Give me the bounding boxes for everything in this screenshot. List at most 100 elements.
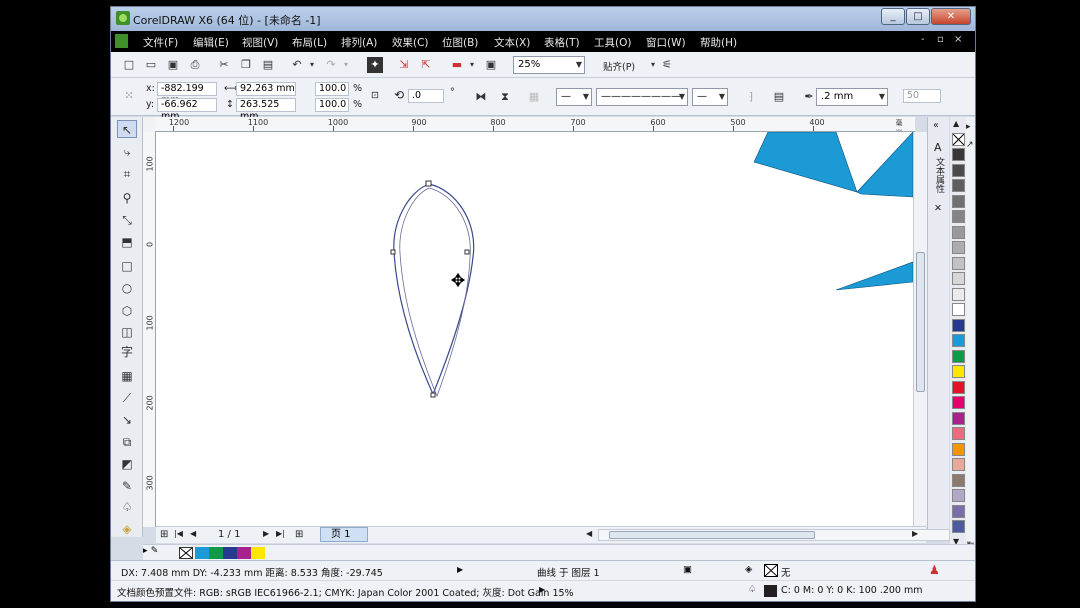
wrap-text-icon[interactable]: ▤ — [771, 89, 787, 105]
color-swatch[interactable] — [952, 442, 965, 456]
menu-file[interactable]: 文件(F) — [143, 35, 178, 50]
outline-width-select[interactable]: .2 mm ▼ — [816, 88, 888, 106]
convert-curves-icon[interactable]: ▦ — [526, 89, 542, 105]
y-position-field[interactable]: -66.962 mm — [157, 98, 217, 122]
blend-tool-icon[interactable]: ⧉ — [117, 433, 137, 451]
undo-dropdown-icon[interactable]: ▾ — [304, 57, 320, 73]
docker-arrow-icon[interactable]: ↗ — [966, 140, 974, 150]
search-content-icon[interactable]: ✦ — [367, 57, 383, 73]
minimize-button[interactable]: _ — [881, 8, 905, 25]
start-arrowhead-select[interactable]: — ▼ — [556, 88, 592, 106]
menu-window[interactable]: 窗口(W) — [646, 35, 686, 50]
polygon-tool-icon[interactable]: ⬡ — [117, 302, 137, 320]
redo-icon[interactable]: ↷ — [323, 57, 339, 73]
profile-arrow-icon[interactable]: ▶ — [539, 585, 545, 594]
no-color-swatch[interactable] — [952, 133, 965, 146]
eyedropper-icon[interactable]: ✎ — [151, 546, 159, 556]
options-icon[interactable]: ⚟ — [659, 57, 675, 73]
line-style-select[interactable]: ———————— ▼ — [596, 88, 688, 106]
menu-bitmaps[interactable]: 位图(B) — [442, 35, 478, 50]
cut-icon[interactable]: ✂ — [216, 57, 232, 73]
docker-close-icon[interactable]: ✕ — [934, 203, 942, 214]
zoom-tool-icon[interactable]: ⚲ — [117, 189, 137, 207]
fill-tool-icon[interactable]: ◈ — [117, 520, 137, 538]
rectangle-tool-icon[interactable]: □ — [117, 257, 137, 275]
rotation-angle-field[interactable]: .0 — [408, 89, 444, 103]
prev-page-icon[interactable]: ◀ — [190, 529, 196, 538]
ruler-corner[interactable] — [143, 117, 155, 132]
palette-arrow-icon[interactable]: ▸ — [143, 546, 148, 556]
docker-tab-text-properties[interactable]: 文本属性 — [934, 157, 944, 193]
welcome-screen-icon[interactable]: ▣ — [483, 57, 499, 73]
basic-shapes-tool-icon[interactable]: ◫ — [117, 323, 137, 341]
color-swatch[interactable] — [952, 241, 965, 254]
vertical-scroll-thumb[interactable] — [916, 252, 925, 392]
text-properties-icon[interactable]: A — [934, 141, 942, 154]
color-swatch[interactable] — [952, 318, 965, 332]
vertical-ruler[interactable]: 100 0 100 200 300 — [143, 132, 156, 527]
user-icon[interactable]: ♟ — [929, 563, 940, 577]
transparency-tool-icon[interactable]: ◩ — [117, 455, 137, 473]
color-proofing-icon[interactable]: ▣ — [683, 564, 692, 575]
doc-color-swatch[interactable] — [209, 547, 223, 559]
export-icon[interactable]: ⇱ — [418, 57, 434, 73]
color-swatch[interactable] — [952, 520, 965, 533]
menu-layout[interactable]: 布局(L) — [292, 35, 327, 50]
shape-tool-icon[interactable]: ⤷ — [117, 143, 137, 161]
color-swatch[interactable] — [952, 272, 965, 285]
node-right[interactable] — [464, 249, 470, 255]
color-swatch[interactable] — [952, 179, 965, 192]
mirror-horizontal-icon[interactable]: ⧓ — [473, 89, 489, 105]
color-swatch[interactable] — [952, 427, 965, 440]
scroll-right-icon[interactable]: ▶ — [912, 529, 918, 538]
color-profile-info[interactable]: 文档颜色预置文件: RGB: sRGB IEC61966-2.1; CMYK: … — [117, 585, 574, 599]
color-swatch[interactable] — [952, 225, 965, 239]
scale-y-field[interactable]: 100.0 — [315, 98, 349, 112]
color-swatch[interactable] — [952, 163, 965, 177]
blue-shape-top-right[interactable] — [856, 132, 913, 198]
launcher-dropdown-icon[interactable]: ▾ — [464, 57, 480, 73]
color-swatch[interactable] — [952, 380, 965, 394]
copy-icon[interactable]: ❐ — [238, 57, 254, 73]
menu-tools[interactable]: 工具(O) — [594, 35, 631, 50]
end-arrowhead-select[interactable]: — ▼ — [692, 88, 728, 106]
eyedropper-tool-icon[interactable]: ✎ — [117, 477, 137, 495]
status-arrow-icon[interactable]: ▶ — [457, 565, 463, 574]
doc-color-swatch[interactable] — [195, 547, 209, 559]
pick-tool-icon[interactable]: ↖ — [117, 120, 137, 138]
text-tool-icon[interactable]: 字 — [117, 343, 137, 361]
color-swatch[interactable] — [952, 365, 965, 378]
save-icon[interactable]: ▣ — [165, 57, 181, 73]
scale-x-field[interactable]: 100.0 — [315, 82, 349, 96]
color-swatch[interactable] — [952, 303, 965, 316]
outline-pen-icon[interactable]: ✒ — [801, 89, 817, 105]
menu-edit[interactable]: 编辑(E) — [193, 35, 229, 50]
horizontal-ruler[interactable]: 1200 1100 1000 900 800 700 600 500 400 毫… — [155, 117, 915, 132]
color-swatch[interactable] — [952, 256, 965, 270]
crop-tool-icon[interactable]: ⌗ — [117, 165, 137, 183]
menu-arrange[interactable]: 排列(A) — [341, 35, 377, 50]
doc-no-color-swatch[interactable] — [179, 547, 193, 559]
add-page-after-icon[interactable]: ⊞ — [295, 529, 303, 540]
reverse-direction-icon[interactable]: ⁆ — [743, 89, 759, 105]
doc-minimize-button[interactable]: - — [921, 34, 925, 45]
color-swatch[interactable] — [952, 473, 965, 487]
color-swatch[interactable] — [952, 458, 965, 471]
color-swatch[interactable] — [952, 148, 965, 161]
miter-limit-field[interactable]: 50 — [903, 89, 941, 103]
page-tab[interactable]: 页 1 — [320, 527, 368, 542]
first-page-icon[interactable]: |◀ — [174, 529, 183, 538]
x-position-field[interactable]: -882.199 mm — [157, 82, 217, 106]
color-swatch[interactable] — [952, 287, 965, 301]
blue-shape-middle[interactable] — [835, 261, 913, 291]
menu-view[interactable]: 视图(V) — [242, 35, 278, 50]
palette-expand-icon[interactable]: ▸ — [966, 122, 971, 132]
table-tool-icon[interactable]: ▦ — [117, 367, 137, 385]
object-origin-icon[interactable]: ⁙ — [121, 88, 137, 104]
undo-icon[interactable]: ↶ — [289, 57, 305, 73]
docker-collapse-icon[interactable]: « — [933, 120, 939, 131]
last-page-icon[interactable]: ▶| — [276, 529, 285, 538]
zoom-levels-select[interactable]: 25% ▼ — [513, 56, 585, 74]
color-swatch[interactable] — [952, 194, 965, 208]
color-swatch[interactable] — [952, 334, 965, 347]
